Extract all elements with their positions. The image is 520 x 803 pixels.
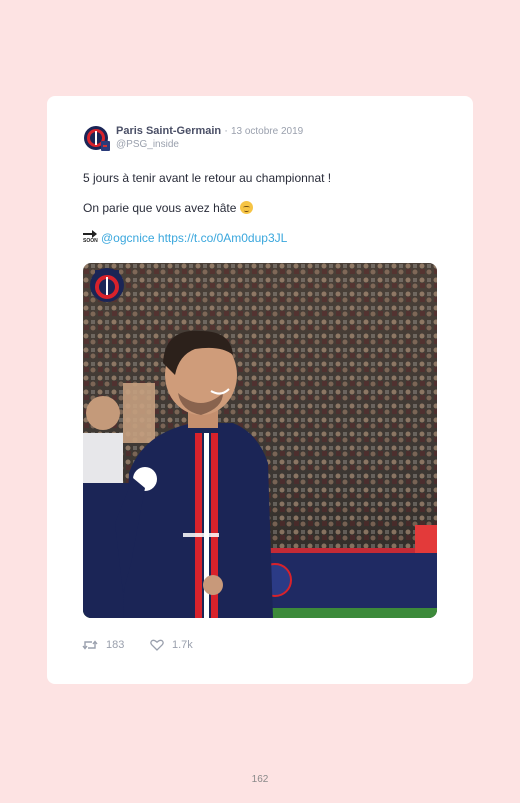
mention-link[interactable]: @ogcnice: [101, 231, 155, 245]
soon-arrow-icon: SOON: [83, 230, 98, 244]
relieved-face-emoji-icon: [239, 201, 253, 214]
football-player-photo: [83, 263, 437, 618]
tweet-text-line-2-label: On parie que vous avez hâte: [83, 201, 237, 215]
psg-logo-icon: [84, 126, 110, 151]
author-line: Paris Saint-Germain · 13 octobre 2019: [116, 125, 303, 137]
url-link[interactable]: https://t.co/0Am0dup3JL: [158, 231, 287, 245]
retweet-button[interactable]: 183: [82, 639, 124, 651]
retweet-icon: [82, 640, 98, 650]
like-count: 1.7k: [172, 639, 193, 651]
tweet-media-image[interactable]: [83, 263, 437, 618]
author-name[interactable]: Paris Saint-Germain: [116, 125, 221, 137]
like-button[interactable]: 1.7k: [150, 639, 193, 651]
heart-icon: [150, 639, 164, 651]
tweet-text-line-2: On parie que vous avez hâte: [83, 201, 253, 215]
tweet-text-line-1: 5 jours à tenir avant le retour au champ…: [83, 171, 332, 185]
psg-avatar[interactable]: [82, 123, 112, 153]
author-handle[interactable]: @PSG_inside: [116, 139, 179, 150]
tweet-card: Paris Saint-Germain · 13 octobre 2019 @P…: [47, 96, 473, 684]
soon-label: SOON: [83, 238, 98, 244]
tweet-date[interactable]: 13 octobre 2019: [231, 126, 303, 137]
page-number: 162: [251, 774, 269, 785]
tweet-header: Paris Saint-Germain · 13 octobre 2019 @P…: [82, 123, 442, 155]
tweet-text-line-3: SOON @ogcnice https://t.co/0Am0dup3JL: [83, 230, 287, 245]
retweet-count: 183: [106, 639, 125, 651]
separator: ·: [221, 125, 231, 137]
